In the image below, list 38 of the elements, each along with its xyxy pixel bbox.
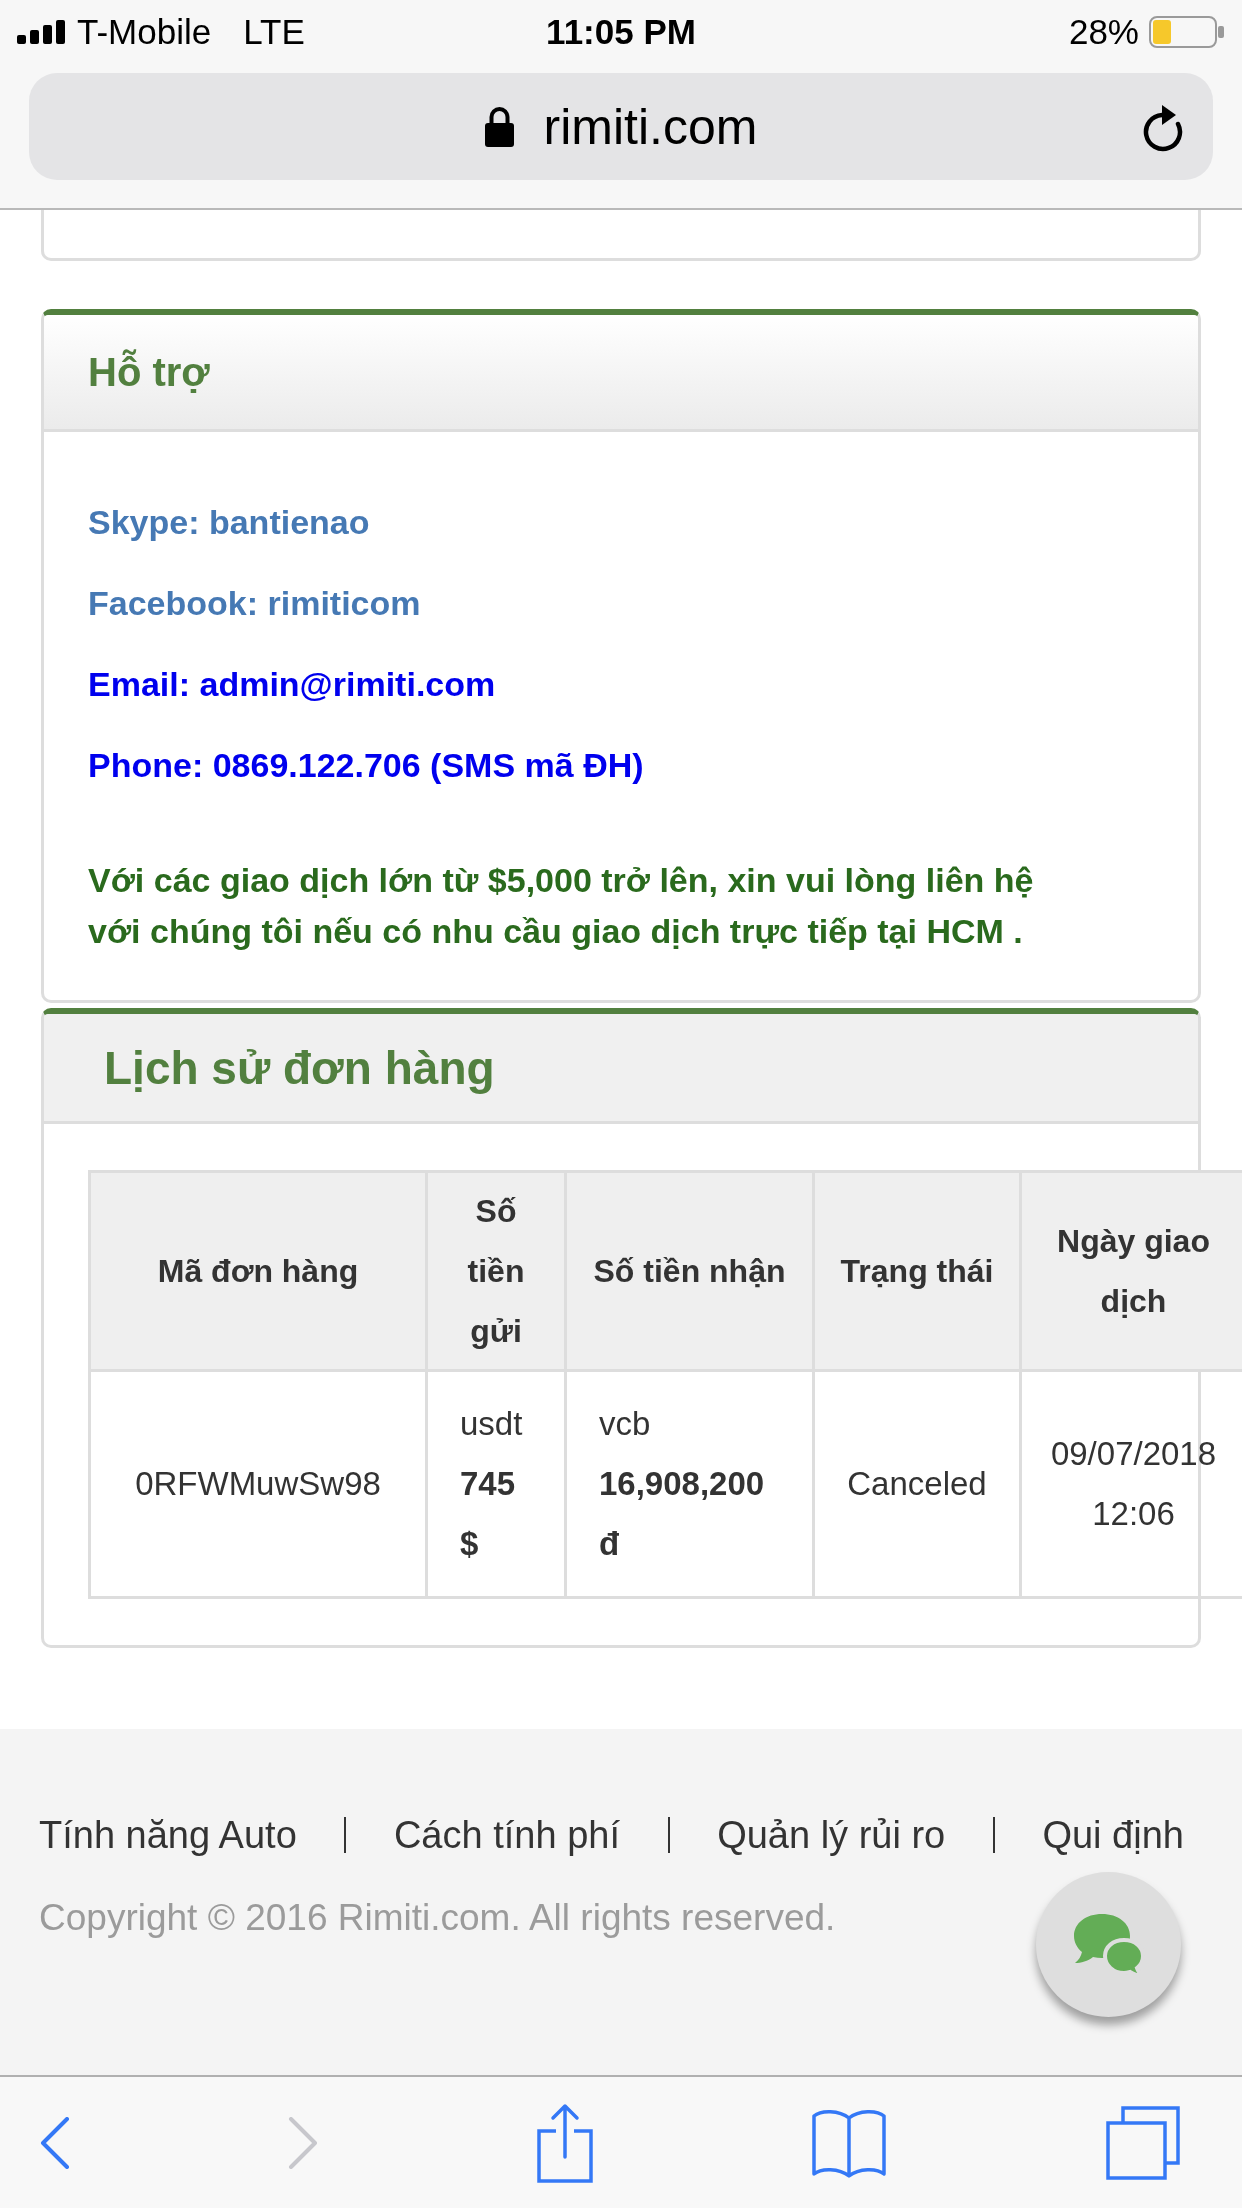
back-button[interactable] xyxy=(40,2116,70,2169)
contact-text: Email: admin@rimiti.com xyxy=(88,664,496,704)
network-type: LTE xyxy=(243,11,305,52)
card-title: Lịch sử đơn hàng xyxy=(104,1040,495,1095)
book-icon xyxy=(811,2107,888,2178)
notice-text: Với các giao dịch lớn từ $5,000 trở lên, xin vui lòng liên hệ với chúng tôi nếu có nhu cầu giao dịch trực tiếp tại HCM . xyxy=(88,860,1035,952)
column-header: Mã đơn hàng xyxy=(89,1171,427,1371)
share-icon xyxy=(535,2102,594,2183)
tabs-icon xyxy=(1105,2104,1181,2181)
chevron-left-icon xyxy=(40,2116,70,2169)
table-cell: usdt 745 $ xyxy=(426,1370,566,1598)
carrier-name: T-Mobile xyxy=(77,11,212,52)
footer-link[interactable]: Quản lý rủi ro xyxy=(717,1813,946,1857)
contact-text: Phone: 0869.122.706 (SMS mã ĐH) xyxy=(88,745,644,785)
bookmarks-button[interactable] xyxy=(811,2107,888,2178)
battery-percent: 28% xyxy=(1068,11,1139,52)
chevron-right-icon xyxy=(287,2116,318,2169)
share-button[interactable] xyxy=(535,2102,594,2183)
footer-link[interactable]: Qui định xyxy=(1042,1813,1184,1857)
column-header: Số tiền gửi xyxy=(426,1171,566,1371)
signal-icon xyxy=(17,19,65,44)
column-header: Số tiền nhận xyxy=(565,1171,814,1371)
url-text: rimiti.com xyxy=(543,97,758,156)
footer-link[interactable]: Cách tính phí xyxy=(393,1813,620,1857)
tabs-button[interactable] xyxy=(1105,2104,1181,2181)
contact-link[interactable]: Skype: bantienao xyxy=(88,502,370,542)
column-header: Trạng thái xyxy=(813,1171,1021,1371)
battery-icon xyxy=(1149,15,1225,48)
table-cell: 0RFWMuwSw98 xyxy=(89,1370,427,1598)
contact-link[interactable]: Facebook: rimiticom xyxy=(88,583,421,623)
table-cell: Canceled xyxy=(813,1370,1021,1598)
clock-time: 11:05 PM xyxy=(546,11,696,52)
address-field[interactable]: rimiti.com xyxy=(29,73,1213,180)
table-cell: vcb 16,908,200 đ xyxy=(565,1370,814,1598)
card-title: Hỗ trợ xyxy=(88,349,210,395)
copyright-text: Copyright © 2016 Rimiti.com. All rights reserved. xyxy=(39,1896,836,1940)
footer-link[interactable]: Tính năng Auto xyxy=(39,1813,297,1857)
column-header: Ngày giao dịch xyxy=(1020,1171,1242,1371)
